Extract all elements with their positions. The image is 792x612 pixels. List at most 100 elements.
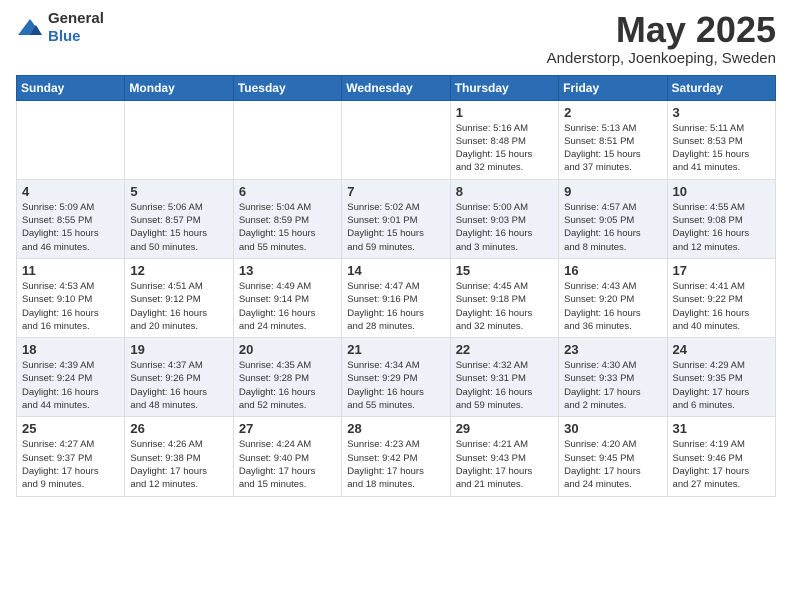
header-sunday: Sunday [17, 75, 125, 100]
day-info: Sunrise: 4:39 AM Sunset: 9:24 PM Dayligh… [22, 359, 119, 412]
day-info: Sunrise: 5:04 AM Sunset: 8:59 PM Dayligh… [239, 201, 336, 254]
day-number: 18 [22, 342, 119, 357]
table-row: 21 Sunrise: 4:34 AM Sunset: 9:29 PM Dayli… [342, 338, 450, 417]
table-row: 17 Sunrise: 4:41 AM Sunset: 9:22 PM Dayli… [667, 258, 775, 337]
day-number: 6 [239, 184, 336, 199]
day-info: Sunrise: 5:06 AM Sunset: 8:57 PM Dayligh… [130, 201, 227, 254]
header: General Blue May 2025 Anderstorp, Joenko… [16, 10, 776, 67]
header-monday: Monday [125, 75, 233, 100]
calendar-week-row: 18 Sunrise: 4:39 AM Sunset: 9:24 PM Dayli… [17, 338, 776, 417]
day-info: Sunrise: 5:09 AM Sunset: 8:55 PM Dayligh… [22, 201, 119, 254]
calendar-title: May 2025 [547, 10, 776, 50]
day-number: 21 [347, 342, 444, 357]
table-row: 4 Sunrise: 5:09 AM Sunset: 8:55 PM Daylig… [17, 179, 125, 258]
calendar-week-row: 25 Sunrise: 4:27 AM Sunset: 9:37 PM Dayli… [17, 417, 776, 496]
day-number: 11 [22, 263, 119, 278]
header-friday: Friday [559, 75, 667, 100]
calendar-week-row: 4 Sunrise: 5:09 AM Sunset: 8:55 PM Daylig… [17, 179, 776, 258]
table-row: 13Sunrise: 4:49 AM Sunset: 9:14 PM Dayli… [233, 258, 341, 337]
day-info: Sunrise: 5:11 AM Sunset: 8:53 PM Dayligh… [673, 122, 770, 175]
header-saturday: Saturday [667, 75, 775, 100]
day-info: Sunrise: 4:55 AM Sunset: 9:08 PM Dayligh… [673, 201, 770, 254]
table-row: 31Sunrise: 4:19 AM Sunset: 9:46 PM Dayli… [667, 417, 775, 496]
table-row: 24 Sunrise: 4:29 AM Sunset: 9:35 PM Dayli… [667, 338, 775, 417]
day-number: 30 [564, 421, 661, 436]
table-row: 12 Sunrise: 4:51 AM Sunset: 9:12 PM Dayli… [125, 258, 233, 337]
day-info: Sunrise: 4:41 AM Sunset: 9:22 PM Dayligh… [673, 280, 770, 333]
day-number: 20 [239, 342, 336, 357]
day-number: 28 [347, 421, 444, 436]
table-row: 20 Sunrise: 4:35 AM Sunset: 9:28 PM Dayli… [233, 338, 341, 417]
day-number: 25 [22, 421, 119, 436]
day-info: Sunrise: 4:19 AM Sunset: 9:46 PM Dayligh… [673, 438, 770, 491]
day-info: Sunrise: 4:21 AM Sunset: 9:43 PM Dayligh… [456, 438, 553, 491]
day-info: Sunrise: 4:47 AM Sunset: 9:16 PM Dayligh… [347, 280, 444, 333]
day-number: 2 [564, 105, 661, 120]
table-row: 18 Sunrise: 4:39 AM Sunset: 9:24 PM Dayli… [17, 338, 125, 417]
day-info: Sunrise: 5:13 AM Sunset: 8:51 PM Dayligh… [564, 122, 661, 175]
table-row: 9Sunrise: 4:57 AM Sunset: 9:05 PM Daylig… [559, 179, 667, 258]
table-row: 14 Sunrise: 4:47 AM Sunset: 9:16 PM Dayli… [342, 258, 450, 337]
logo: General Blue [16, 10, 104, 46]
day-number: 3 [673, 105, 770, 120]
day-info: Sunrise: 4:35 AM Sunset: 9:28 PM Dayligh… [239, 359, 336, 412]
table-row: 1 Sunrise: 5:16 AM Sunset: 8:48 PM Daylig… [450, 100, 558, 179]
day-number: 16 [564, 263, 661, 278]
day-number: 27 [239, 421, 336, 436]
table-row: 16 Sunrise: 4:43 AM Sunset: 9:20 PM Dayli… [559, 258, 667, 337]
day-number: 10 [673, 184, 770, 199]
day-info: Sunrise: 4:45 AM Sunset: 9:18 PM Dayligh… [456, 280, 553, 333]
table-row: 23 Sunrise: 4:30 AM Sunset: 9:33 PM Dayli… [559, 338, 667, 417]
table-row: 3 Sunrise: 5:11 AM Sunset: 8:53 PM Daylig… [667, 100, 775, 179]
day-number: 29 [456, 421, 553, 436]
day-info: Sunrise: 5:00 AM Sunset: 9:03 PM Dayligh… [456, 201, 553, 254]
day-info: Sunrise: 4:37 AM Sunset: 9:26 PM Dayligh… [130, 359, 227, 412]
table-row [342, 100, 450, 179]
day-info: Sunrise: 4:34 AM Sunset: 9:29 PM Dayligh… [347, 359, 444, 412]
table-row: 22 Sunrise: 4:32 AM Sunset: 9:31 PM Dayli… [450, 338, 558, 417]
day-info: Sunrise: 4:53 AM Sunset: 9:10 PM Dayligh… [22, 280, 119, 333]
table-row: 29 Sunrise: 4:21 AM Sunset: 9:43 PM Dayli… [450, 417, 558, 496]
table-row: 26Sunrise: 4:26 AM Sunset: 9:38 PM Dayli… [125, 417, 233, 496]
table-row: 5Sunrise: 5:06 AM Sunset: 8:57 PM Daylig… [125, 179, 233, 258]
calendar-week-row: 11 Sunrise: 4:53 AM Sunset: 9:10 PM Dayli… [17, 258, 776, 337]
day-info: Sunrise: 4:51 AM Sunset: 9:12 PM Dayligh… [130, 280, 227, 333]
header-thursday: Thursday [450, 75, 558, 100]
day-info: Sunrise: 4:30 AM Sunset: 9:33 PM Dayligh… [564, 359, 661, 412]
day-number: 12 [130, 263, 227, 278]
day-number: 14 [347, 263, 444, 278]
table-row [125, 100, 233, 179]
day-number: 7 [347, 184, 444, 199]
day-info: Sunrise: 4:32 AM Sunset: 9:31 PM Dayligh… [456, 359, 553, 412]
table-row: 6 Sunrise: 5:04 AM Sunset: 8:59 PM Daylig… [233, 179, 341, 258]
day-info: Sunrise: 4:29 AM Sunset: 9:35 PM Dayligh… [673, 359, 770, 412]
table-row: 7Sunrise: 5:02 AM Sunset: 9:01 PM Daylig… [342, 179, 450, 258]
table-row: 28Sunrise: 4:23 AM Sunset: 9:42 PM Dayli… [342, 417, 450, 496]
day-number: 17 [673, 263, 770, 278]
day-info: Sunrise: 4:57 AM Sunset: 9:05 PM Dayligh… [564, 201, 661, 254]
calendar-week-row: 1 Sunrise: 5:16 AM Sunset: 8:48 PM Daylig… [17, 100, 776, 179]
day-number: 23 [564, 342, 661, 357]
day-info: Sunrise: 5:16 AM Sunset: 8:48 PM Dayligh… [456, 122, 553, 175]
day-info: Sunrise: 4:24 AM Sunset: 9:40 PM Dayligh… [239, 438, 336, 491]
table-row: 10 Sunrise: 4:55 AM Sunset: 9:08 PM Dayli… [667, 179, 775, 258]
day-number: 4 [22, 184, 119, 199]
day-number: 24 [673, 342, 770, 357]
day-info: Sunrise: 4:26 AM Sunset: 9:38 PM Dayligh… [130, 438, 227, 491]
day-number: 8 [456, 184, 553, 199]
calendar-page: General Blue May 2025 Anderstorp, Joenko… [0, 0, 792, 612]
day-info: Sunrise: 4:49 AM Sunset: 9:14 PM Dayligh… [239, 280, 336, 333]
header-wednesday: Wednesday [342, 75, 450, 100]
day-info: Sunrise: 4:43 AM Sunset: 9:20 PM Dayligh… [564, 280, 661, 333]
day-number: 22 [456, 342, 553, 357]
table-row: 2 Sunrise: 5:13 AM Sunset: 8:51 PM Daylig… [559, 100, 667, 179]
calendar-table: Sunday Monday Tuesday Wednesday Thursday… [16, 75, 776, 497]
header-tuesday: Tuesday [233, 75, 341, 100]
table-row: 8 Sunrise: 5:00 AM Sunset: 9:03 PM Daylig… [450, 179, 558, 258]
table-row [233, 100, 341, 179]
logo-blue-text: Blue [48, 28, 81, 45]
table-row: 27 Sunrise: 4:24 AM Sunset: 9:40 PM Dayli… [233, 417, 341, 496]
day-info: Sunrise: 4:27 AM Sunset: 9:37 PM Dayligh… [22, 438, 119, 491]
day-info: Sunrise: 4:20 AM Sunset: 9:45 PM Dayligh… [564, 438, 661, 491]
day-number: 1 [456, 105, 553, 120]
